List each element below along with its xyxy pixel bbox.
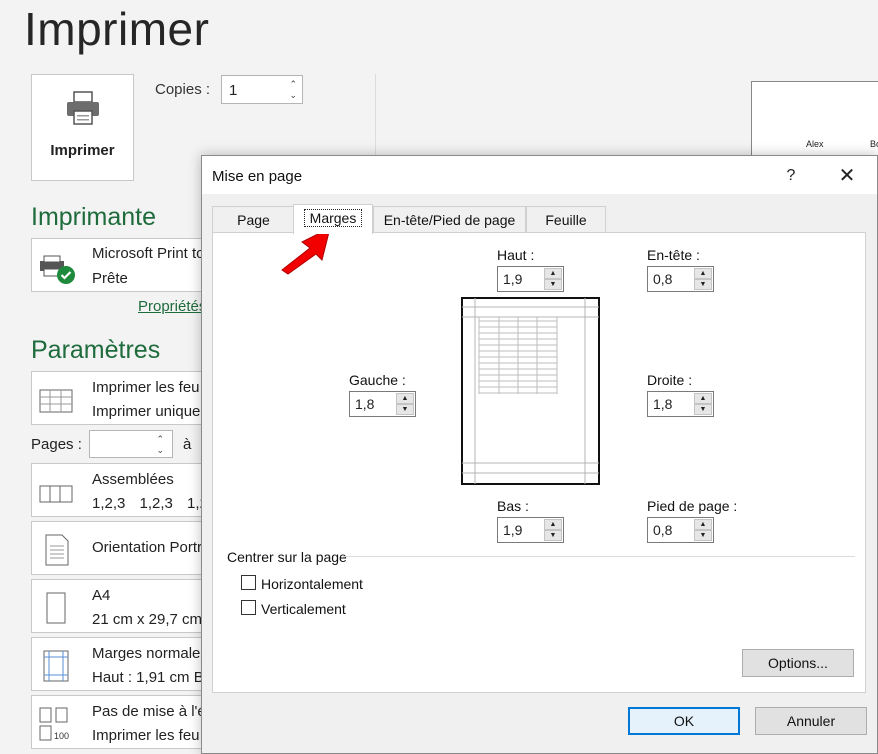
pages-to-label: à xyxy=(183,436,192,453)
tab-margins-label: Marges xyxy=(303,209,363,227)
preview-text: Bo xyxy=(870,139,878,149)
footer-margin-label: Pied de page : xyxy=(647,498,738,514)
setting-sublabel: Imprimer unique xyxy=(92,403,201,420)
setting-label: Marges normales xyxy=(92,645,208,662)
tab-margins[interactable]: Marges xyxy=(293,204,373,234)
paper-size-icon xyxy=(46,592,66,624)
close-icon[interactable]: ✕ xyxy=(832,164,862,188)
left-margin-input[interactable]: 1,8 ▲ ▼ xyxy=(349,391,416,417)
collated-icon xyxy=(39,485,73,503)
margin-preview-diagram xyxy=(461,297,600,485)
spin-up-icon[interactable]: ▲ xyxy=(694,393,712,404)
page-title: Imprimer xyxy=(24,3,210,55)
horizontal-checkbox[interactable] xyxy=(241,575,256,590)
pages-label: Pages : xyxy=(31,436,82,453)
portrait-page-icon xyxy=(45,534,69,566)
setting-label: A4 xyxy=(92,587,111,604)
setting-sublabel: 1,2,3 1,2,3 1,2 xyxy=(92,495,208,512)
bottom-margin-value: 1,9 xyxy=(503,522,523,538)
horizontal-label: Horizontalement xyxy=(261,576,363,592)
center-on-page-label: Centrer sur la page xyxy=(227,549,351,565)
preview-text: Alex xyxy=(806,139,824,149)
printer-ready-icon xyxy=(40,255,75,284)
sheet-grid-icon xyxy=(39,389,73,413)
help-icon[interactable]: ? xyxy=(777,164,805,188)
vertical-label: Verticalement xyxy=(261,601,346,617)
footer-margin-input[interactable]: 0,8 ▲ ▼ xyxy=(647,517,714,543)
left-margin-value: 1,8 xyxy=(355,396,375,412)
tab-header-footer[interactable]: En-tête/Pied de page xyxy=(373,206,526,233)
settings-heading: Paramètres xyxy=(31,336,161,364)
chevron-up-icon[interactable]: ⌃ xyxy=(289,79,297,89)
right-margin-label: Droite : xyxy=(647,372,693,388)
bottom-margin-input[interactable]: 1,9 ▲ ▼ xyxy=(497,517,564,543)
spin-down-icon[interactable]: ▼ xyxy=(544,279,562,290)
chevron-down-icon[interactable]: ⌄ xyxy=(289,90,297,100)
header-margin-value: 0,8 xyxy=(653,271,673,287)
svg-text:100: 100 xyxy=(54,731,69,741)
spin-up-icon[interactable]: ▲ xyxy=(544,519,562,530)
spin-down-icon[interactable]: ▼ xyxy=(694,279,712,290)
spin-up-icon[interactable]: ▲ xyxy=(544,268,562,279)
bottom-margin-label: Bas : xyxy=(497,498,529,514)
setting-sublabel: Haut : 1,91 cm Ba xyxy=(92,669,213,686)
right-margin-input[interactable]: 1,8 ▲ ▼ xyxy=(647,391,714,417)
dialog-title: Mise en page xyxy=(212,168,303,185)
printer-heading: Imprimante xyxy=(31,203,157,231)
setting-sublabel: Imprimer les feu xyxy=(92,727,200,744)
divider xyxy=(343,556,855,557)
spin-up-icon[interactable]: ▲ xyxy=(396,393,414,404)
margins-icon xyxy=(43,650,69,682)
top-margin-label: Haut : xyxy=(497,247,535,263)
setting-label: Orientation Portr xyxy=(92,539,203,556)
copies-value: 1 xyxy=(229,82,238,99)
tab-sheet[interactable]: Feuille xyxy=(526,206,606,233)
cancel-button[interactable]: Annuler xyxy=(755,707,867,735)
margins-panel: Haut : 1,9 ▲ ▼ En-tête : 0,8 ▲ ▼ Gauche : … xyxy=(212,232,866,693)
header-margin-label: En-tête : xyxy=(647,247,700,263)
pages-from-input[interactable]: ⌃ ⌄ xyxy=(89,430,173,458)
left-margin-label: Gauche : xyxy=(349,372,406,388)
right-margin-value: 1,8 xyxy=(653,396,673,412)
printer-status: Prête xyxy=(92,270,128,287)
printer-selector[interactable]: Microsoft Print to Prête xyxy=(31,238,221,292)
copies-input[interactable]: 1 ⌃ ⌄ xyxy=(221,75,303,104)
dialog-titlebar: Mise en page ? ✕ xyxy=(202,156,877,194)
setting-sublabel: 21 cm x 29,7 cm xyxy=(92,611,203,628)
chevron-down-icon[interactable]: ⌄ xyxy=(156,445,164,455)
printer-properties-link[interactable]: Propriétés xyxy=(138,298,206,315)
spin-up-icon[interactable]: ▲ xyxy=(694,519,712,530)
top-margin-value: 1,9 xyxy=(503,271,523,287)
setting-label: Assemblées xyxy=(92,471,174,488)
ok-button[interactable]: OK xyxy=(628,707,740,735)
vertical-checkbox[interactable] xyxy=(241,600,256,615)
spin-down-icon[interactable]: ▼ xyxy=(694,530,712,541)
printer-name: Microsoft Print to xyxy=(92,245,205,262)
print-button[interactable]: Imprimer xyxy=(31,74,134,181)
print-button-label: Imprimer xyxy=(50,142,115,159)
spin-down-icon[interactable]: ▼ xyxy=(694,404,712,415)
printer-icon xyxy=(67,91,99,125)
setting-label: Imprimer les feu xyxy=(92,379,200,396)
scaling-icon: 100 xyxy=(39,707,69,741)
spin-up-icon[interactable]: ▲ xyxy=(694,268,712,279)
copies-label: Copies : xyxy=(155,81,211,98)
spin-down-icon[interactable]: ▼ xyxy=(544,530,562,541)
spin-down-icon[interactable]: ▼ xyxy=(396,404,414,415)
top-margin-input[interactable]: 1,9 ▲ ▼ xyxy=(497,266,564,292)
setting-label: Pas de mise à l'é xyxy=(92,703,206,720)
header-margin-input[interactable]: 0,8 ▲ ▼ xyxy=(647,266,714,292)
options-button[interactable]: Options... xyxy=(742,649,854,677)
footer-margin-value: 0,8 xyxy=(653,522,673,538)
chevron-up-icon[interactable]: ⌃ xyxy=(156,434,164,444)
